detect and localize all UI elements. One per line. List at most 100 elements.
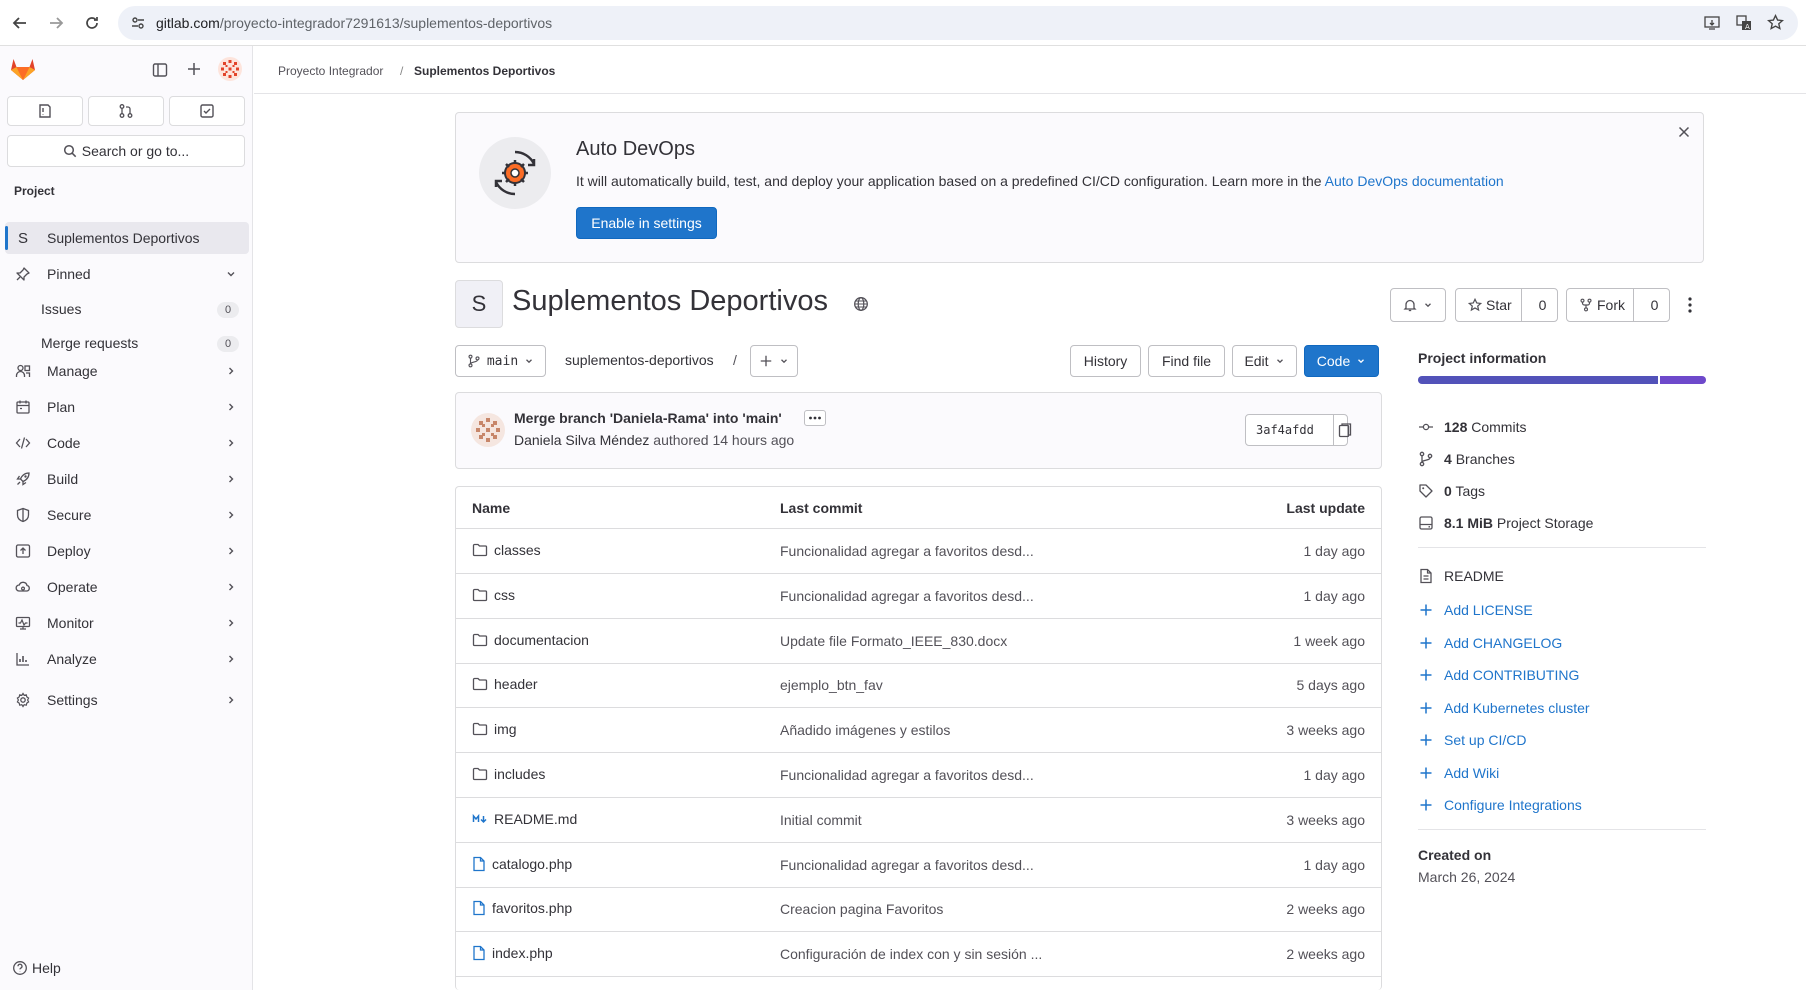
project-action-link[interactable]: Configure Integrations: [1418, 797, 1582, 813]
repo-path-link[interactable]: suplementos-deportivos: [565, 352, 714, 368]
commit-author-link[interactable]: Daniela Silva Méndez: [514, 432, 649, 448]
forward-arrow-icon[interactable]: [44, 11, 68, 35]
project-action-link[interactable]: Add Kubernetes cluster: [1418, 700, 1590, 716]
last-commit-cell[interactable]: Funcionalidad agregar a favoritos desd..…: [780, 857, 1034, 873]
file-name-cell[interactable]: documentacion: [472, 632, 589, 648]
breadcrumb-project[interactable]: Suplementos Deportivos: [414, 64, 555, 78]
translate-icon[interactable]: A: [1736, 15, 1752, 31]
auto-devops-docs-link[interactable]: Auto DevOps documentation: [1325, 173, 1504, 189]
file-name[interactable]: header: [494, 676, 538, 692]
find-file-button[interactable]: Find file: [1148, 345, 1225, 377]
file-name[interactable]: includes: [494, 766, 545, 782]
file-name-cell[interactable]: catalogo.php: [472, 856, 572, 872]
last-commit-cell[interactable]: Creacion pagina Favoritos: [780, 901, 943, 917]
merge-requests-shortcut[interactable]: [88, 96, 164, 126]
table-row[interactable]: img Añadido imágenes y estilos 3 weeks ago: [456, 708, 1381, 754]
file-name[interactable]: img: [494, 721, 517, 737]
table-row[interactable]: css Funcionalidad agregar a favoritos des…: [456, 574, 1381, 619]
expand-commit-icon[interactable]: [804, 410, 826, 426]
back-arrow-icon[interactable]: [8, 11, 32, 35]
file-name[interactable]: favoritos.php: [492, 900, 572, 916]
file-name[interactable]: README.md: [494, 811, 577, 827]
last-commit-cell[interactable]: Update file Formato_IEEE_830.docx: [780, 633, 1007, 649]
sidebar-item-build[interactable]: Build: [5, 463, 249, 495]
last-commit-cell[interactable]: ejemplo_btn_fav: [780, 677, 883, 693]
project-action-link[interactable]: Add LICENSE: [1418, 602, 1533, 618]
sidebar-item-code[interactable]: Code: [5, 427, 249, 459]
commits-stat[interactable]: 128 Commits: [1418, 419, 1526, 435]
table-row[interactable]: catalogo.php Funcionalidad agregar a favo…: [456, 843, 1381, 888]
close-icon[interactable]: [1677, 125, 1691, 139]
commit-author-avatar[interactable]: [471, 413, 505, 447]
reload-icon[interactable]: [80, 11, 104, 35]
sidebar-item-project[interactable]: S Suplementos Deportivos: [5, 222, 249, 254]
table-row[interactable]: README.md Initial commit 3 weeks ago: [456, 798, 1381, 843]
star-count[interactable]: 0: [1528, 297, 1557, 313]
table-row[interactable]: favoritos.php Creacion pagina Favoritos 2 …: [456, 887, 1381, 933]
table-row[interactable]: classes Funcionalidad agregar a favoritos…: [456, 529, 1381, 574]
project-action-link[interactable]: Set up CI/CD: [1418, 732, 1526, 748]
file-name-cell[interactable]: index.php: [472, 945, 553, 961]
breadcrumb-group[interactable]: Proyecto Integrador: [278, 64, 383, 78]
sidebar-item-manage[interactable]: Manage: [5, 355, 249, 387]
sidebar-item-pinned[interactable]: Pinned: [5, 258, 249, 290]
file-name[interactable]: documentacion: [494, 632, 589, 648]
sidebar-item-plan[interactable]: Plan: [5, 391, 249, 423]
last-commit-cell[interactable]: Funcionalidad agregar a favoritos desd..…: [780, 767, 1034, 783]
install-app-icon[interactable]: [1704, 15, 1720, 31]
sidebar-item-monitor[interactable]: Monitor: [5, 607, 249, 639]
notifications-button[interactable]: [1390, 288, 1446, 322]
file-name[interactable]: catalogo.php: [492, 856, 572, 872]
branch-selector[interactable]: main: [455, 345, 546, 377]
project-action-link[interactable]: Add CONTRIBUTING: [1418, 667, 1579, 683]
file-name-cell[interactable]: img: [472, 721, 517, 737]
last-commit-cell[interactable]: Configuración de index con y sin sesión …: [780, 946, 1042, 962]
add-to-tree-button[interactable]: [750, 345, 798, 377]
address-bar[interactable]: gitlab.com/proyecto-integrador7291613/su…: [118, 6, 1798, 40]
search-button[interactable]: Search or go to...: [7, 135, 245, 167]
more-actions-icon[interactable]: [1678, 292, 1702, 318]
last-commit-cell[interactable]: Initial commit: [780, 812, 862, 828]
tags-stat[interactable]: 0 Tags: [1418, 483, 1485, 499]
file-name[interactable]: css: [494, 587, 515, 603]
bookmark-star-icon[interactable]: [1767, 14, 1784, 31]
copy-sha-icon[interactable]: [1338, 422, 1352, 438]
commit-message[interactable]: Merge branch 'Daniela-Rama' into 'main': [514, 410, 782, 426]
create-new-icon[interactable]: [186, 61, 202, 77]
code-dropdown-button[interactable]: Code: [1304, 345, 1379, 377]
table-row[interactable]: header ejemplo_btn_fav 5 days ago: [456, 663, 1381, 709]
edit-dropdown-button[interactable]: Edit: [1232, 345, 1297, 377]
table-row[interactable]: includes Funcionalidad agregar a favorito…: [456, 753, 1381, 798]
readme-link[interactable]: README: [1418, 568, 1504, 584]
collapse-sidebar-icon[interactable]: [152, 62, 168, 78]
file-name-cell[interactable]: css: [472, 587, 515, 603]
file-name-cell[interactable]: favoritos.php: [472, 900, 572, 916]
gitlab-logo[interactable]: [10, 56, 36, 81]
fork-button[interactable]: Fork 0: [1566, 288, 1670, 322]
help-button[interactable]: Help: [12, 960, 61, 976]
fork-count[interactable]: 0: [1640, 297, 1669, 313]
last-commit-cell[interactable]: Funcionalidad agregar a favoritos desd..…: [780, 588, 1034, 604]
enable-in-settings-button[interactable]: Enable in settings: [576, 207, 717, 239]
table-row[interactable]: documentacion Update file Formato_IEEE_83…: [456, 619, 1381, 664]
file-name[interactable]: index.php: [492, 945, 553, 961]
sidebar-item-settings[interactable]: Settings: [5, 684, 249, 716]
issues-shortcut[interactable]: [7, 96, 83, 126]
history-button[interactable]: History: [1070, 345, 1141, 377]
sidebar-item-analyze[interactable]: Analyze: [5, 643, 249, 675]
project-action-link[interactable]: Add CHANGELOG: [1418, 635, 1562, 651]
storage-stat[interactable]: 8.1 MiB Project Storage: [1418, 515, 1593, 531]
file-name-cell[interactable]: classes: [472, 542, 541, 558]
sidebar-item-issues[interactable]: Issues 0: [0, 295, 253, 325]
user-avatar[interactable]: [218, 57, 242, 81]
table-row[interactable]: index.php Configuración de index con y si…: [456, 932, 1381, 978]
last-commit-cell[interactable]: Añadido imágenes y estilos: [780, 722, 950, 738]
file-name-cell[interactable]: header: [472, 676, 538, 692]
file-name-cell[interactable]: README.md: [472, 811, 577, 827]
file-name-cell[interactable]: includes: [472, 766, 545, 782]
branches-stat[interactable]: 4 Branches: [1418, 451, 1515, 467]
sidebar-item-secure[interactable]: Secure: [5, 499, 249, 531]
sidebar-item-operate[interactable]: Operate: [5, 571, 249, 603]
table-row[interactable]: login.phpModificaciones en registro y lo…: [456, 977, 1381, 990]
last-commit-cell[interactable]: Funcionalidad agregar a favoritos desd..…: [780, 543, 1034, 559]
